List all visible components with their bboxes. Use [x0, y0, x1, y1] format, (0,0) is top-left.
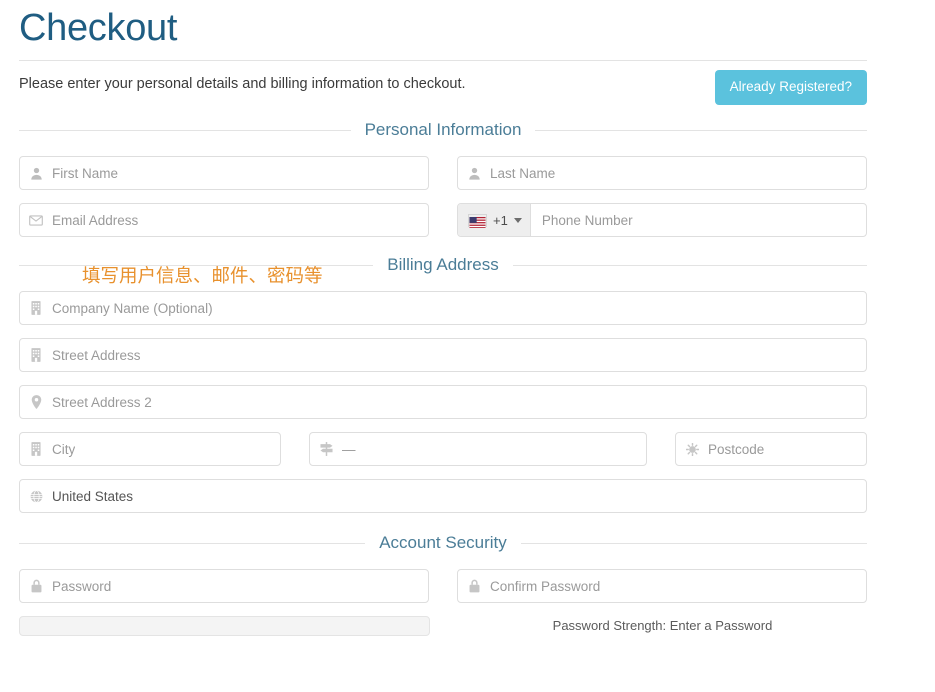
street-2-row: Street Address 2 — [19, 385, 867, 419]
password-placeholder: Password — [52, 578, 111, 595]
country-field[interactable]: United States — [19, 479, 867, 513]
building-icon — [20, 348, 52, 362]
password-strength-row: Password Strength: Enter a Password — [19, 616, 867, 636]
company-name-placeholder: Company Name (Optional) — [52, 300, 213, 317]
street-address-placeholder: Street Address — [52, 347, 141, 364]
street-address-2-field[interactable]: Street Address 2 — [19, 385, 867, 419]
lock-icon — [20, 579, 52, 593]
already-registered-button[interactable]: Already Registered? — [715, 70, 867, 105]
confirm-password-col: Confirm Password — [457, 569, 867, 603]
map-signs-icon — [310, 442, 342, 456]
city-placeholder: City — [52, 441, 75, 458]
confirm-password-field[interactable]: Confirm Password — [457, 569, 867, 603]
email-col: Email Address — [19, 203, 429, 237]
annotation-text: 填写用户信息、邮件、密码等 — [82, 264, 323, 290]
chevron-down-icon — [514, 218, 522, 223]
password-strength-bar — [19, 616, 430, 636]
lock-icon — [458, 579, 490, 593]
postcode-placeholder: Postcode — [708, 441, 764, 458]
company-row: Company Name (Optional) — [19, 291, 867, 325]
postcode-field[interactable]: Postcode — [675, 432, 867, 466]
phone-col: +1 Phone Number — [457, 203, 867, 237]
legend-account-security: Account Security — [19, 530, 867, 556]
password-strength-label: Password Strength: Enter a Password — [458, 616, 867, 636]
state-field[interactable]: — — [309, 432, 647, 466]
street-2-col: Street Address 2 — [19, 385, 867, 419]
intro-text: Please enter your personal details and b… — [19, 74, 466, 94]
checkout-container: Checkout Please enter your personal deta… — [19, 0, 867, 636]
first-name-col: First Name — [19, 156, 429, 190]
last-name-col: Last Name — [457, 156, 867, 190]
legend-label: Personal Information — [351, 117, 536, 143]
checkout-page: Checkout Please enter your personal deta… — [0, 0, 935, 692]
street-1-row: Street Address — [19, 338, 867, 372]
last-name-placeholder: Last Name — [490, 165, 555, 182]
password-col: Password — [19, 569, 429, 603]
state-col: — — [309, 432, 647, 466]
country-value: United States — [52, 488, 133, 505]
phone-placeholder: Phone Number — [531, 212, 633, 229]
contact-row: Email Address — [19, 203, 867, 237]
city-col: City — [19, 432, 281, 466]
envelope-icon — [20, 215, 52, 226]
company-col: Company Name (Optional) — [19, 291, 867, 325]
legend-label: Account Security — [365, 530, 521, 556]
phone-field[interactable]: +1 Phone Number — [457, 203, 867, 237]
flag-icon — [468, 214, 487, 227]
company-name-field[interactable]: Company Name (Optional) — [19, 291, 867, 325]
postcode-col: Postcode — [675, 432, 867, 466]
country-col: United States — [19, 479, 867, 513]
email-field[interactable]: Email Address — [19, 203, 429, 237]
legend-personal-information: Personal Information — [19, 117, 867, 143]
street-address-2-placeholder: Street Address 2 — [52, 394, 152, 411]
globe-icon — [20, 490, 52, 503]
first-name-placeholder: First Name — [52, 165, 118, 182]
city-state-postcode-row: City — Postcode — [19, 432, 867, 466]
state-value: — — [342, 441, 356, 458]
last-name-field[interactable]: Last Name — [457, 156, 867, 190]
country-row: United States — [19, 479, 867, 513]
email-placeholder: Email Address — [52, 212, 138, 229]
user-icon — [20, 167, 52, 180]
password-field[interactable]: Password — [19, 569, 429, 603]
map-pin-icon — [20, 395, 52, 409]
country-code-selector[interactable]: +1 — [458, 204, 531, 236]
city-field[interactable]: City — [19, 432, 281, 466]
confirm-password-placeholder: Confirm Password — [490, 578, 600, 595]
sun-icon — [676, 443, 708, 456]
legend-label: Billing Address — [373, 252, 513, 278]
intro-row: Please enter your personal details and b… — [19, 61, 867, 117]
user-icon — [458, 167, 490, 180]
building-icon — [20, 301, 52, 315]
street-address-field[interactable]: Street Address — [19, 338, 867, 372]
dial-code: +1 — [493, 214, 508, 227]
first-name-field[interactable]: First Name — [19, 156, 429, 190]
password-row: Password Confirm Password — [19, 569, 867, 603]
building-icon — [20, 442, 52, 456]
street-1-col: Street Address — [19, 338, 867, 372]
name-row: First Name Last Name — [19, 156, 867, 190]
page-title: Checkout — [19, 0, 867, 50]
